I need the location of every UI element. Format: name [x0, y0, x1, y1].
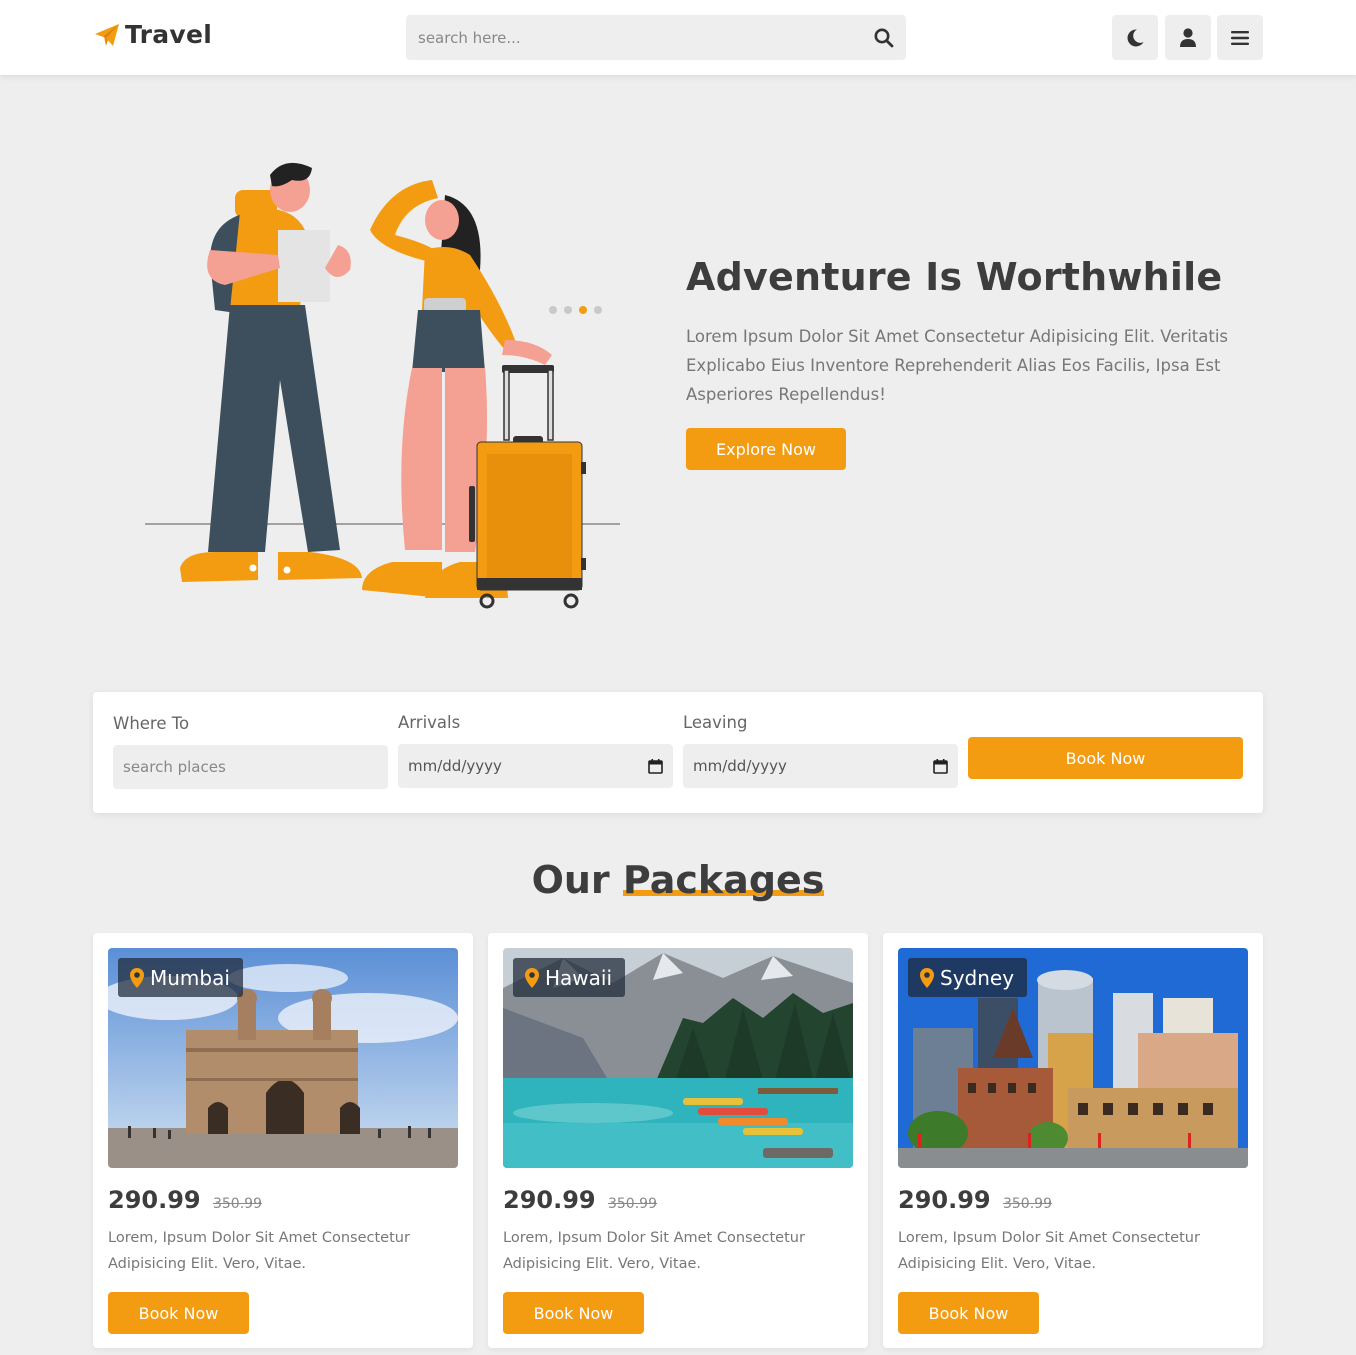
slider-dot[interactable]: [564, 306, 572, 314]
header: Travel: [0, 0, 1356, 75]
current-price: 290.99: [503, 1186, 596, 1214]
location-badge: Hawaii: [513, 958, 626, 997]
map-marker-icon: [130, 967, 144, 988]
arrivals-field: Arrivals mm/dd/yyyy: [398, 713, 673, 788]
theme-toggle-button[interactable]: [1112, 15, 1158, 60]
package-book-button[interactable]: Book Now: [898, 1292, 1039, 1334]
search-icon[interactable]: [874, 28, 894, 48]
search-input[interactable]: [418, 28, 874, 47]
leaving-field: Leaving mm/dd/yyyy: [683, 713, 958, 788]
explore-now-button[interactable]: Explore Now: [686, 428, 846, 470]
package-price: 290.99 350.99: [898, 1186, 1052, 1214]
package-image-sydney: Sydney: [898, 948, 1248, 1168]
paper-plane-icon: [95, 23, 119, 46]
user-icon: [1180, 27, 1196, 47]
current-price: 290.99: [108, 1186, 201, 1214]
search-bar: [406, 15, 906, 60]
package-description: Lorem, Ipsum Dolor Sit Amet Consectetur …: [898, 1230, 1200, 1272]
brand-name: Travel: [125, 20, 213, 49]
hero-description: Lorem Ipsum Dolor Sit Amet Consectetur A…: [686, 327, 1229, 404]
moon-icon: [1127, 28, 1144, 46]
location-badge: Mumbai: [118, 958, 243, 997]
packages-heading-highlight: Packages: [622, 858, 825, 902]
package-card: Sydney 290.99 350.99 Lorem, Ipsum Dolor …: [883, 933, 1263, 1348]
map-marker-icon: [525, 967, 539, 988]
package-card: Mumbai 290.99 350.99 Lorem, Ipsum Dolor …: [93, 933, 473, 1348]
package-price: 290.99 350.99: [503, 1186, 657, 1214]
current-price: 290.99: [898, 1186, 991, 1214]
map-marker-icon: [920, 967, 934, 988]
travelers-illustration: [145, 162, 620, 609]
calendar-icon[interactable]: [933, 758, 948, 774]
location-name: Mumbai: [150, 965, 230, 990]
account-button[interactable]: [1165, 15, 1211, 60]
location-name: Sydney: [940, 965, 1015, 990]
package-image-mumbai: Mumbai: [108, 948, 458, 1168]
where-to-input[interactable]: search places: [113, 745, 388, 789]
leaving-value: mm/dd/yyyy: [693, 757, 787, 775]
location-badge: Sydney: [908, 958, 1028, 997]
slider-dot-active[interactable]: [579, 306, 587, 314]
logo[interactable]: Travel: [93, 20, 212, 49]
slider-dot[interactable]: [549, 306, 557, 314]
old-price: 350.99: [212, 1196, 262, 1212]
package-description: Lorem, Ipsum Dolor Sit Amet Consectetur …: [108, 1230, 410, 1272]
packages-heading: Our Packages: [0, 858, 1356, 902]
old-price: 350.99: [607, 1196, 657, 1212]
menu-button[interactable]: [1217, 15, 1263, 60]
where-to-label: Where To: [113, 714, 190, 733]
package-price: 290.99 350.99: [108, 1186, 262, 1214]
hero-title: Adventure Is Worthwhile: [686, 255, 1223, 299]
where-to-placeholder: search places: [123, 758, 226, 776]
package-description: Lorem, Ipsum Dolor Sit Amet Consectetur …: [503, 1230, 805, 1272]
arrivals-label: Arrivals: [398, 713, 461, 732]
leaving-label: Leaving: [683, 713, 748, 732]
arrivals-value: mm/dd/yyyy: [408, 757, 502, 775]
book-now-button[interactable]: Book Now: [968, 737, 1243, 779]
leaving-date-input[interactable]: mm/dd/yyyy: [683, 744, 958, 788]
calendar-icon[interactable]: [648, 758, 663, 774]
slider-dot[interactable]: [594, 306, 602, 314]
where-to-field: Where To search places: [113, 714, 388, 789]
old-price: 350.99: [1002, 1196, 1052, 1212]
packages-heading-part1: Our: [531, 858, 610, 902]
package-book-button[interactable]: Book Now: [503, 1292, 644, 1334]
location-name: Hawaii: [545, 965, 613, 990]
package-card: Hawaii 290.99 350.99 Lorem, Ipsum Dolor …: [488, 933, 868, 1348]
menu-icon: [1231, 30, 1249, 45]
slider-dots: [549, 306, 602, 314]
package-book-button[interactable]: Book Now: [108, 1292, 249, 1334]
booking-form: Where To search places Arrivals mm/dd/yy…: [93, 692, 1263, 813]
package-image-hawaii: Hawaii: [503, 948, 853, 1168]
arrivals-date-input[interactable]: mm/dd/yyyy: [398, 744, 673, 788]
